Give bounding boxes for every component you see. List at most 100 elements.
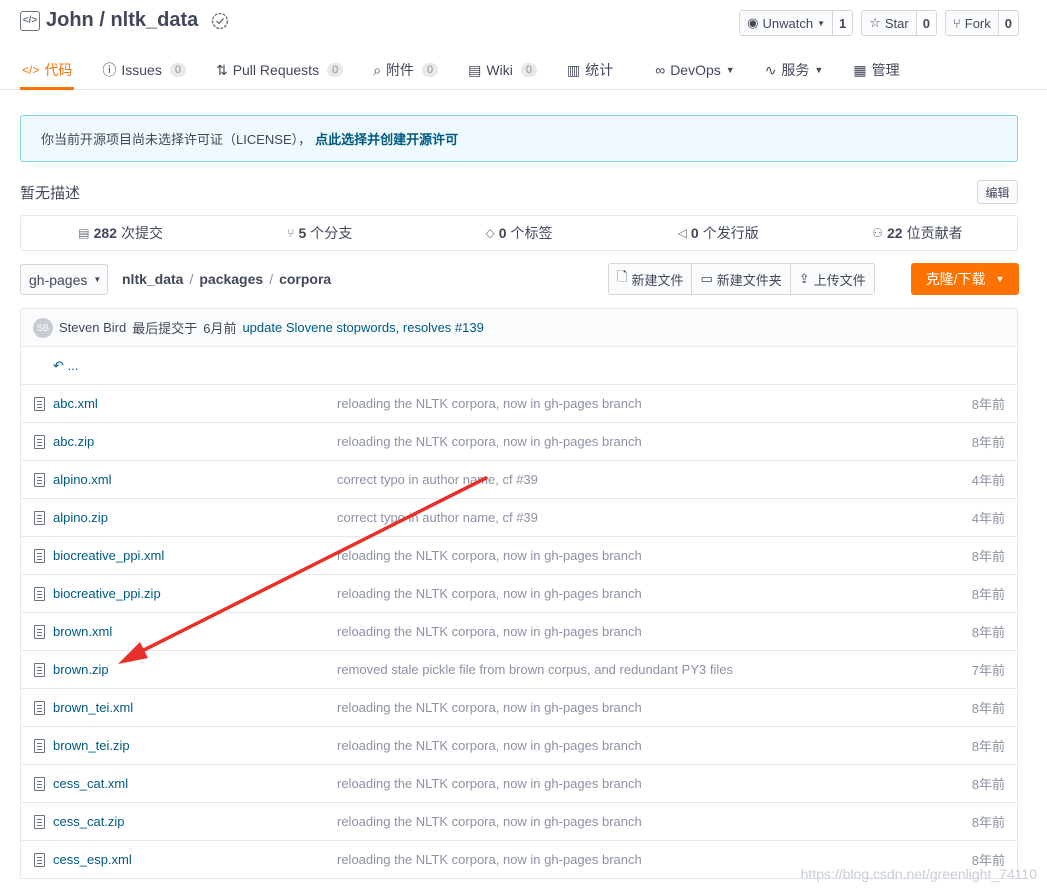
file-commit-time: 8年前 [971,701,1005,716]
stat-contributors[interactable]: ⚇ 22 位贡献者 [818,216,1017,250]
file-commit-message[interactable]: reloading the NLTK corpora, now in gh-pa… [337,738,642,753]
repo-title[interactable]: </> John / nltk_data [20,9,230,32]
tab-code[interactable]: </> 代码 [20,50,75,90]
attachment-icon: ⌕ [373,61,382,78]
file-name-link[interactable]: brown_tei.zip [53,738,130,753]
stat-commits[interactable]: ▤ 282 次提交 [21,216,220,250]
stat-label: 个发行版 [702,225,759,241]
watermark: https://blog.csdn.net/greenlight_74110 [800,866,1037,882]
file-row[interactable]: biocreative_ppi.xml reloading the NLTK co… [21,537,1017,575]
file-name-link[interactable]: abc.xml [53,396,98,411]
fork-button[interactable]: ⑂ Fork [945,11,998,35]
file-list: ↶ ... abc.xml reloading the NLTK corpora,… [20,347,1018,879]
file-commit-message[interactable]: reloading the NLTK corpora, now in gh-pa… [337,396,642,411]
tab-manage[interactable]: ▦ 管理 [851,50,901,90]
star-count[interactable]: 0 [915,11,936,35]
file-row[interactable]: cess_cat.xml reloading the NLTK corpora, … [21,765,1017,803]
repo-name[interactable]: John / nltk_data [46,9,198,32]
watch-button[interactable]: ◉ Unwatch ▼ [740,11,832,35]
fork-count[interactable]: 0 [997,11,1018,35]
file-row[interactable]: brown_tei.xml reloading the NLTK corpora,… [21,689,1017,727]
repo-description: 暂无描述 [20,185,81,202]
file-name-link[interactable]: abc.zip [53,434,94,449]
file-row[interactable]: alpino.zip correct typo in author name, c… [21,499,1017,537]
file-row[interactable]: brown_tei.zip reloading the NLTK corpora,… [21,727,1017,765]
file-row[interactable]: brown.zip removed stale pickle file from … [21,651,1017,689]
branch-select[interactable]: gh-pages ▼ [20,264,108,295]
file-commit-message[interactable]: reloading the NLTK corpora, now in gh-pa… [337,434,642,449]
file-row[interactable]: biocreative_ppi.zip reloading the NLTK co… [21,575,1017,613]
parent-directory-row[interactable]: ↶ ... [21,347,1017,385]
stat-branches[interactable]: ⑂ 5 个分支 [220,216,419,250]
license-link[interactable]: 点此选择并创建开源许可 [315,129,458,148]
file-name-link[interactable]: cess_cat.xml [53,776,128,791]
tag-icon: ◇ [485,226,495,240]
clone-download-button[interactable]: 克隆/下载 ▼ [911,263,1019,295]
tab-wiki[interactable]: ▤ Wiki 0 [466,50,539,90]
file-name-link[interactable]: cess_esp.xml [53,852,132,867]
star-button[interactable]: ☆ Star [862,11,916,35]
parent-directory-link[interactable]: ↶ ... [53,358,78,374]
commit-message[interactable]: update Slovene stopwords, resolves #139 [242,320,483,335]
avatar[interactable]: SB [33,317,53,338]
file-row[interactable]: brown.xml reloading the NLTK corpora, now… [21,613,1017,651]
file-commit-message[interactable]: reloading the NLTK corpora, now in gh-pa… [337,852,642,867]
chevron-down-icon: ▼ [725,65,735,75]
file-row[interactable]: alpino.xml correct typo in author name, c… [21,461,1017,499]
stat-count: 5 [298,225,307,241]
file-name-link[interactable]: brown.zip [53,662,109,677]
fork-icon: ⑂ [952,15,961,31]
star-group: ☆ Star 0 [861,10,937,36]
watch-count[interactable]: 1 [831,11,853,35]
file-row[interactable]: cess_cat.zip reloading the NLTK corpora, … [21,803,1017,841]
upload-button[interactable]: ⇪ 上传文件 [789,264,874,294]
file-name-link[interactable]: alpino.zip [53,510,108,525]
file-icon [34,663,45,677]
file-icon [34,549,45,563]
file-commit-message[interactable]: reloading the NLTK corpora, now in gh-pa… [337,586,642,601]
tab-service[interactable]: ∿ 服务 ▼ [763,50,826,90]
file-actions: 🗋 新建文件 ▭ 新建文件夹 ⇪ 上传文件 [608,263,875,295]
tab-label: 统计 [585,62,614,78]
file-commit-message[interactable]: correct typo in author name, cf #39 [337,510,538,525]
stat-label: 位贡献者 [906,225,963,241]
file-commit-message[interactable]: reloading the NLTK corpora, now in gh-pa… [337,776,642,791]
file-icon [34,777,45,791]
tab-attachments[interactable]: ⌕ 附件 0 [371,50,440,90]
stats-bar: ▤ 282 次提交 ⑂ 5 个分支 ◇ 0 个标签 ◁ 0 个发行版 ⚇ 22 … [20,215,1018,251]
commit-author[interactable]: Steven Bird [59,320,126,335]
tab-label: Issues [121,62,162,78]
file-name-link[interactable]: brown_tei.xml [53,700,133,715]
file-commit-message[interactable]: reloading the NLTK corpora, now in gh-pa… [337,624,642,639]
stat-releases[interactable]: ◁ 0 个发行版 [619,216,818,250]
file-commit-message[interactable]: correct typo in author name, cf #39 [337,472,538,487]
file-commit-message[interactable]: reloading the NLTK corpora, now in gh-pa… [337,814,642,829]
tab-issues[interactable]: ⓘ Issues 0 [100,50,188,90]
new-file-button[interactable]: 🗋 新建文件 [609,264,692,294]
breadcrumb-item[interactable]: packages [199,271,263,287]
contributors-icon: ⚇ [872,226,883,240]
tab-pull-requests[interactable]: ⇅ Pull Requests 0 [214,50,345,90]
branch-name: gh-pages [29,271,88,288]
branch-icon: ⑂ [287,226,295,240]
file-name-link[interactable]: brown.xml [53,624,112,639]
file-row[interactable]: abc.xml reloading the NLTK corpora, now i… [21,385,1017,423]
upload-icon: ⇪ [798,271,810,286]
tab-stats[interactable]: ▥ 统计 [565,50,615,90]
new-folder-button[interactable]: ▭ 新建文件夹 [691,264,790,294]
file-name-link[interactable]: alpino.xml [53,472,112,487]
new-folder-icon: ▭ [700,271,713,286]
file-row[interactable]: abc.zip reloading the NLTK corpora, now i… [21,423,1017,461]
breadcrumb-item[interactable]: nltk_data [122,271,183,287]
file-commit-message[interactable]: reloading the NLTK corpora, now in gh-pa… [337,700,642,715]
file-commit-message[interactable]: reloading the NLTK corpora, now in gh-pa… [337,548,642,563]
file-name-link[interactable]: cess_cat.zip [53,814,125,829]
file-name-link[interactable]: biocreative_ppi.zip [53,586,161,601]
file-commit-message[interactable]: removed stale pickle file from brown cor… [337,662,733,677]
stat-tags[interactable]: ◇ 0 个标签 [419,216,618,250]
tab-devops[interactable]: ∞ DevOps ▼ [653,50,736,90]
new-folder-label: 新建文件夹 [716,272,782,288]
commit-time: 6月前 [203,321,237,336]
file-name-link[interactable]: biocreative_ppi.xml [53,548,164,563]
edit-button[interactable]: 编辑 [977,180,1018,204]
